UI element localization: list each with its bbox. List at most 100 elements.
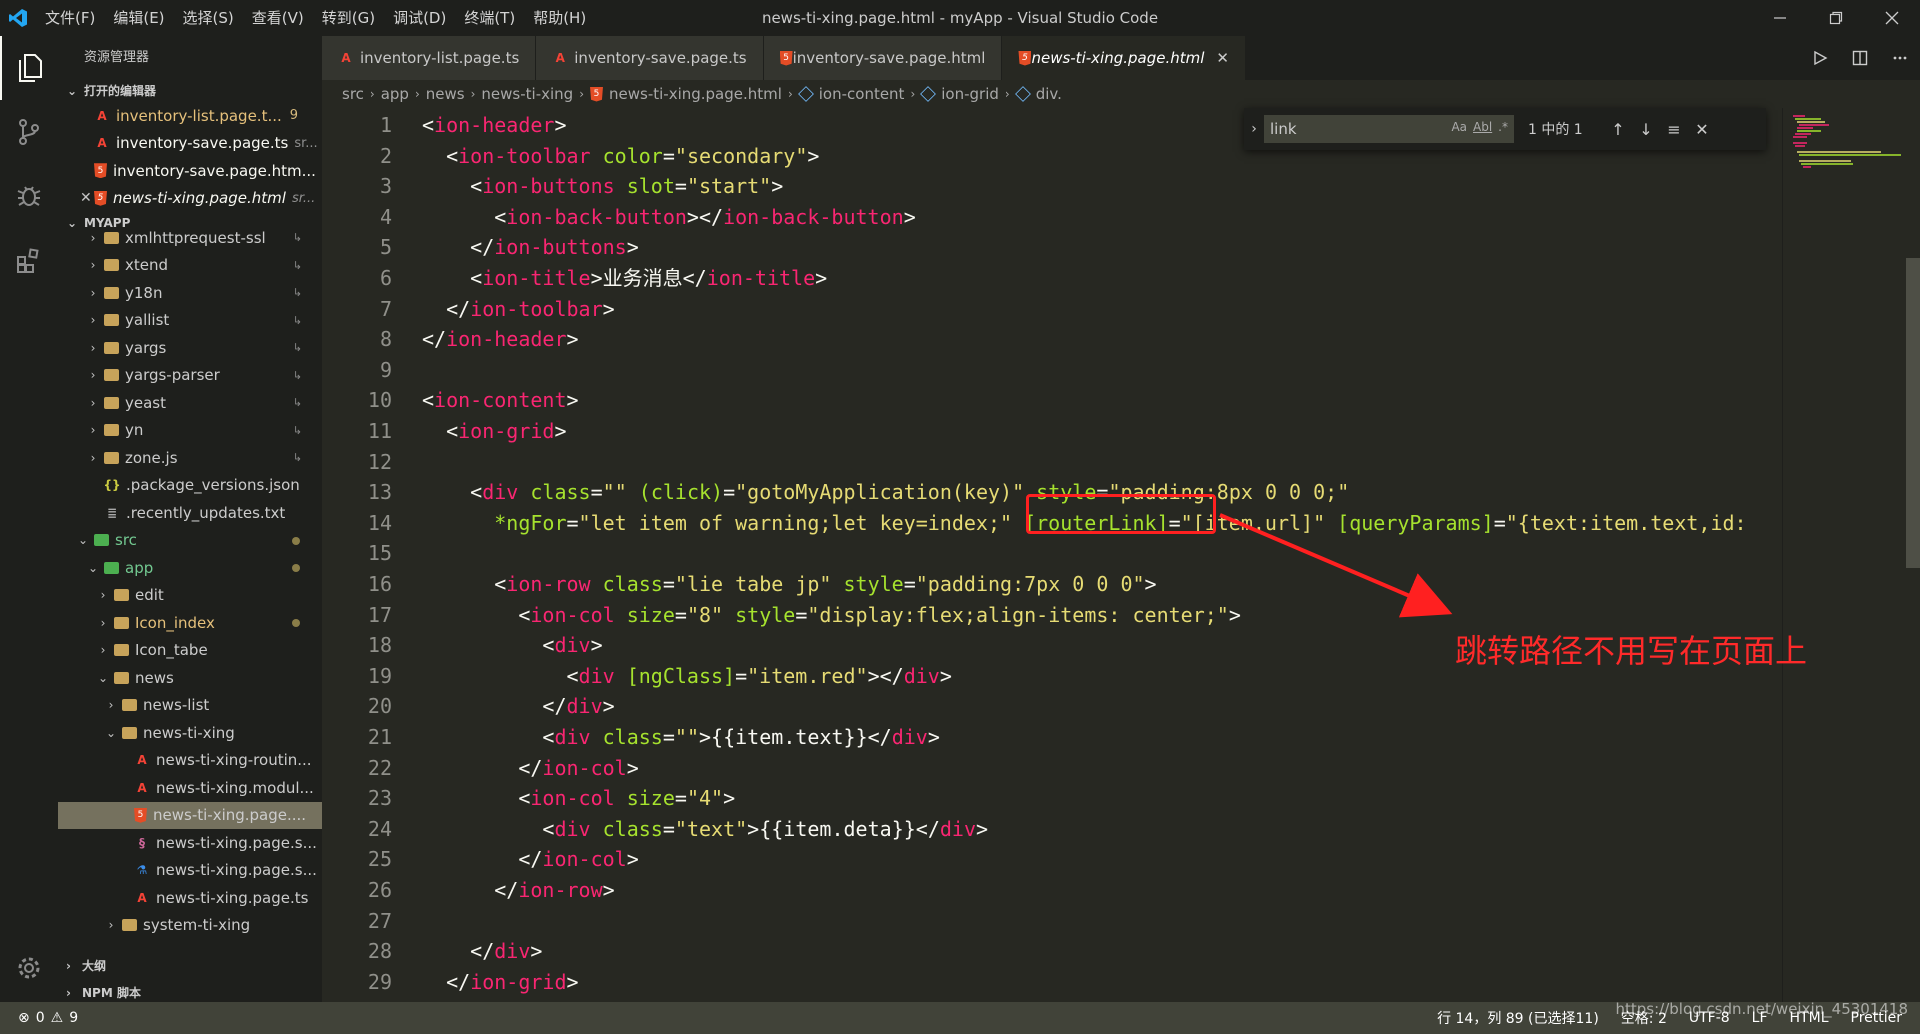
previous-match-arrow-up-icon[interactable]: ↑	[1604, 120, 1632, 139]
tree-folder[interactable]: ⌄ app	[58, 554, 322, 582]
code-line[interactable]: </ion-row>	[422, 875, 614, 905]
code-line[interactable]: </ion-toolbar>	[422, 294, 615, 324]
code-line[interactable]: <ion-back-button></ion-back-button>	[422, 202, 915, 232]
vertical-scrollbar[interactable]	[1767, 108, 1781, 1002]
minimap[interactable]	[1782, 108, 1902, 1002]
open-editors-header[interactable]: ⌄ 打开的编辑器	[58, 80, 322, 102]
editor-tab[interactable]: Ainventory-list.page.ts	[322, 36, 537, 80]
npm-scripts-section[interactable]: › NPM 脚本	[58, 979, 322, 1002]
tree-folder[interactable]: › yallist ↳	[58, 307, 322, 335]
close-icon[interactable]: ✕	[80, 190, 94, 206]
match-case-toggle[interactable]: Aa	[1451, 120, 1467, 134]
close-window-button[interactable]	[1864, 0, 1920, 36]
code-line[interactable]: <div [ngClass]="item.red"></div>	[422, 661, 952, 691]
tree-folder[interactable]: ⌄ news	[58, 664, 322, 692]
code-line[interactable]: <ion-header>	[422, 110, 567, 140]
outline-section[interactable]: › 大纲	[58, 952, 322, 979]
editor-tab[interactable]: Ainventory-save.page.ts	[536, 36, 764, 80]
breadcrumb-item[interactable]: ion-content	[819, 85, 905, 103]
code-line[interactable]: <div class="text">{{item.deta}}</div>	[422, 814, 988, 844]
editor-tab[interactable]: 5 news-ti-xing.page.html ✕	[1002, 36, 1246, 80]
close-tab-icon[interactable]: ✕	[1216, 49, 1229, 67]
source-control-icon[interactable]	[0, 100, 58, 164]
settings-gear-icon[interactable]	[0, 940, 58, 996]
breadcrumb-item[interactable]: news-ti-xing.page.html	[609, 85, 782, 103]
editor-tab[interactable]: 5 inventory-save.page.html	[763, 36, 1003, 80]
code-line[interactable]: <ion-toolbar color="secondary">	[422, 141, 819, 171]
tree-file[interactable]: Anews-ti-xing.modul...	[58, 774, 322, 802]
tree-folder[interactable]: › xmlhttprequest-ssl ↳	[58, 224, 322, 252]
next-match-arrow-down-icon[interactable]: ↓	[1632, 120, 1660, 139]
problems-indicator[interactable]: ⊗ 0 ⚠ 9	[0, 1010, 78, 1026]
tree-folder[interactable]: › edit	[58, 582, 322, 610]
code-line[interactable]: </ion-grid>	[422, 967, 578, 997]
code-line[interactable]: <div>	[422, 630, 602, 660]
code-line[interactable]: </ion-col>	[422, 844, 638, 874]
open-editor-item[interactable]: Ainventory-save.page.ts sr...	[58, 130, 322, 158]
tree-folder[interactable]: › Icon_index	[58, 609, 322, 637]
scroll-thumb[interactable]	[1906, 258, 1920, 568]
tree-folder[interactable]: › yargs-parser ↳	[58, 362, 322, 390]
tree-folder[interactable]: ⌄ news-ti-xing	[58, 719, 322, 747]
breadcrumb-item[interactable]: div.	[1036, 85, 1062, 103]
code-line[interactable]: <ion-col size="8" style="display:flex;al…	[422, 600, 1241, 630]
tree-file[interactable]: ≣ .recently_updates.txt	[58, 499, 322, 527]
breadcrumb-item[interactable]: news-ti-xing	[481, 85, 573, 103]
code-line[interactable]: </div>	[422, 936, 542, 966]
code-line[interactable]: <div class="">{{item.text}}</div>	[422, 722, 939, 752]
split-editor-icon[interactable]	[1840, 36, 1880, 80]
menu-item[interactable]: 选择(S)	[174, 0, 243, 36]
find-input[interactable]: link Aa Abl .*	[1264, 115, 1514, 143]
breadcrumb-item[interactable]: news	[426, 85, 465, 103]
menu-item[interactable]: 调试(D)	[384, 0, 455, 36]
run-icon[interactable]	[1800, 36, 1840, 80]
tree-folder[interactable]: › yn ↳	[58, 417, 322, 445]
tree-folder[interactable]: › xtend ↳	[58, 252, 322, 280]
breadcrumb-item[interactable]: app	[381, 85, 409, 103]
tree-file[interactable]: § news-ti-xing.page.s...	[58, 829, 322, 857]
open-editor-item[interactable]: 5 inventory-save.page.htm...	[58, 157, 322, 185]
explorer-icon[interactable]	[0, 36, 58, 100]
menu-item[interactable]: 帮助(H)	[524, 0, 595, 36]
code-line[interactable]: <ion-title>业务消息</ion-title>	[422, 263, 827, 293]
tree-folder[interactable]: › system-ti-xing	[58, 912, 322, 940]
code-line[interactable]: <ion-buttons slot="start">	[422, 171, 783, 201]
menu-item[interactable]: 文件(F)	[36, 0, 104, 36]
tree-file[interactable]: 5 news-ti-xing.page....	[58, 801, 322, 829]
menu-item[interactable]: 查看(V)	[243, 0, 313, 36]
tree-file[interactable]: {} .package_versions.json	[58, 472, 322, 500]
code-line[interactable]: </ion-col>	[422, 753, 638, 783]
code-line[interactable]: </ion-header>	[422, 324, 579, 354]
tree-folder[interactable]: › Icon_tabe	[58, 637, 322, 665]
tree-file[interactable]: Anews-ti-xing-routin...	[58, 747, 322, 775]
regex-toggle[interactable]: .*	[1498, 120, 1508, 134]
code-line[interactable]: <ion-col size="4">	[422, 783, 735, 813]
close-find-icon[interactable]: ✕	[1688, 120, 1716, 139]
debug-icon[interactable]	[0, 164, 58, 228]
code-line[interactable]: <ion-content>	[422, 385, 579, 415]
open-editor-item[interactable]: Ainventory-list.page.t... 9	[58, 102, 322, 130]
find-in-selection-icon[interactable]: ≡	[1660, 120, 1688, 139]
tree-file[interactable]: ⚗ news-ti-xing.page.s...	[58, 857, 322, 885]
more-actions-icon[interactable]	[1880, 36, 1920, 80]
match-word-toggle[interactable]: Abl	[1473, 120, 1492, 134]
code-line[interactable]: </div>	[422, 691, 614, 721]
breadcrumb-item[interactable]: ion-grid	[941, 85, 999, 103]
tree-folder[interactable]: › zone.js ↳	[58, 444, 322, 472]
menu-item[interactable]: 终端(T)	[455, 0, 524, 36]
restore-button[interactable]	[1808, 0, 1864, 36]
code-line[interactable]: <ion-grid>	[422, 416, 566, 446]
tree-folder[interactable]: › news-list	[58, 692, 322, 720]
tree-folder[interactable]: › yargs ↳	[58, 334, 322, 362]
toggle-replace-chevron-icon[interactable]: ›	[1244, 121, 1264, 137]
menu-item[interactable]: 转到(G)	[313, 0, 384, 36]
open-editor-item[interactable]: ✕ 5 news-ti-xing.page.html sr...	[58, 185, 322, 213]
menu-item[interactable]: 编辑(E)	[104, 0, 173, 36]
breadcrumb-item[interactable]: src	[342, 85, 364, 103]
tree-folder[interactable]: ⌄ src	[58, 527, 322, 555]
cursor-position[interactable]: 行 14，列 89 (已选择11)	[1437, 1008, 1599, 1028]
tree-file[interactable]: Anews-ti-xing.page.ts	[58, 884, 322, 912]
code-editor[interactable]: 1 2 3 4 5 6 7 8 9 10 11 12 13 14 15 16 17 18 19 20 21 22 23 24 2…	[322, 108, 1782, 1002]
code-line[interactable]: </ion-buttons>	[422, 232, 639, 262]
extensions-icon[interactable]	[0, 228, 58, 292]
